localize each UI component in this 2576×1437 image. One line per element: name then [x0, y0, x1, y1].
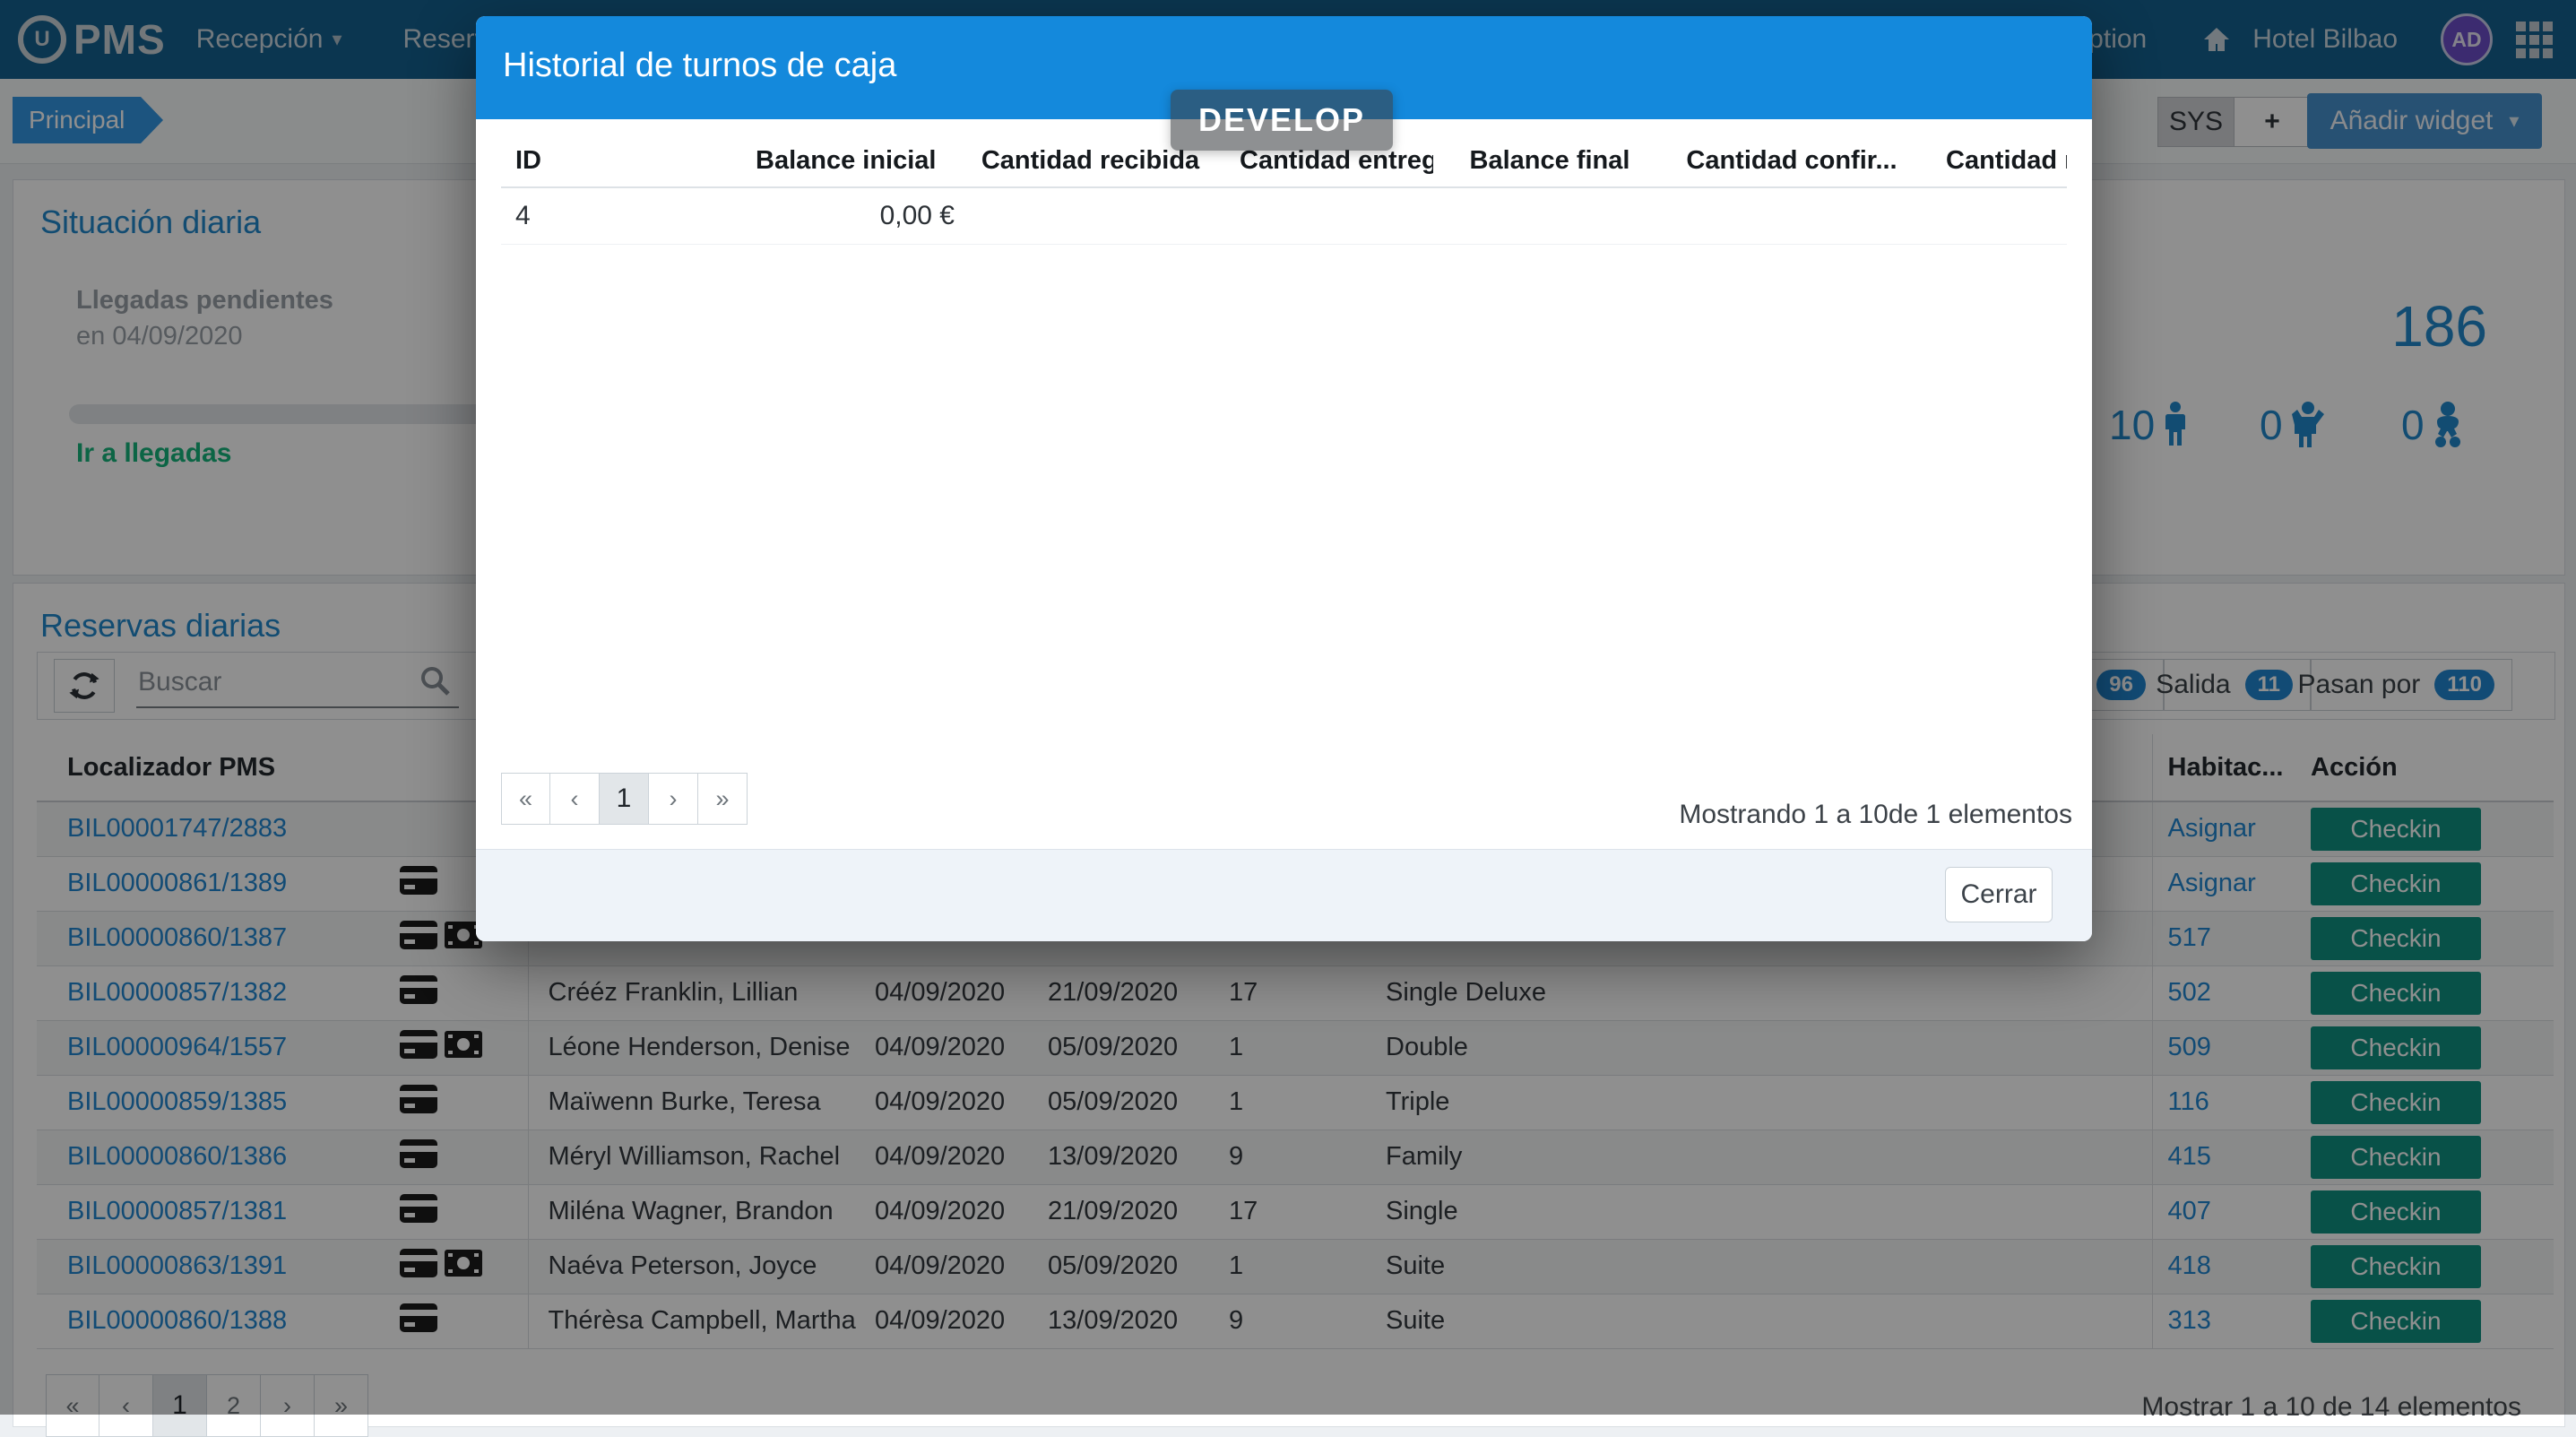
modal-pagination: « ‹ 1 › »	[501, 773, 748, 825]
modal-title: Historial de turnos de caja	[503, 47, 896, 85]
modal-page-first-button[interactable]: «	[501, 773, 550, 825]
col-id[interactable]: ID	[501, 134, 743, 187]
cash-row-id: 4	[501, 187, 743, 245]
col-balance-final[interactable]: Balance final	[1433, 134, 1666, 187]
cash-row-balance-inicial: 0,00 €	[743, 187, 958, 245]
cash-shift-table: ID Balance inicial Cantidad recibida Can…	[501, 134, 2067, 245]
close-button[interactable]: Cerrar	[1945, 867, 2053, 922]
col-balance-inicial[interactable]: Balance inicial	[743, 134, 958, 187]
col-cantidad-retirada[interactable]: Cantidad r	[1917, 134, 2067, 187]
col-cantidad-confirmada[interactable]: Cantidad confir...	[1666, 134, 1917, 187]
modal-footer: Cerrar	[476, 849, 2092, 941]
develop-environment-ribbon: DEVELOP	[1171, 90, 1393, 151]
cash-shift-row[interactable]: 4 0,00 €	[501, 187, 2067, 245]
modal-page-next-button[interactable]: ›	[649, 773, 698, 825]
cash-shift-history-modal: Historial de turnos de caja ID Balance i…	[476, 16, 2092, 941]
modal-page-prev-button[interactable]: ‹	[550, 773, 600, 825]
modal-summary: Mostrando 1 a 10de 1 elementos	[1679, 800, 2072, 830]
modal-page-1-button[interactable]: 1	[600, 773, 649, 825]
modal-page-last-button[interactable]: »	[698, 773, 748, 825]
